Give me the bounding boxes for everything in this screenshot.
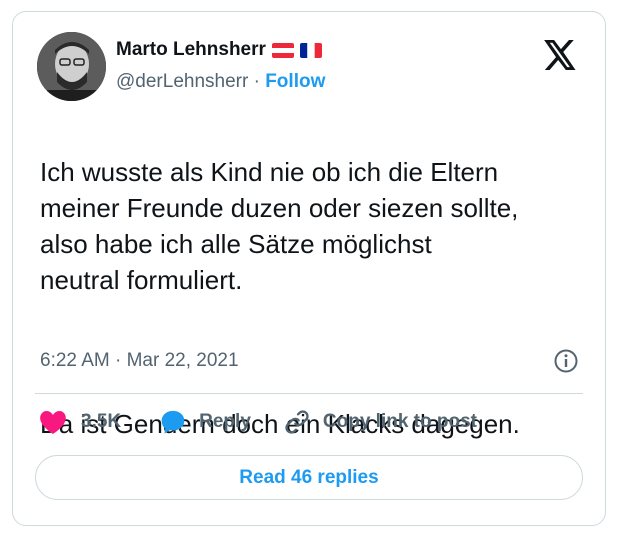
handle-row: @derLehnsherr · Follow [116, 71, 325, 93]
author-name-row: Marto Lehnsherr [116, 39, 322, 61]
reply-label: Reply [199, 411, 251, 432]
copy-link-button[interactable]: Copy link to post [283, 408, 477, 436]
action-bar: 3.5K Reply Copy link to post [39, 408, 477, 436]
reply-bubble-icon [159, 408, 187, 436]
austria-flag-icon [271, 42, 294, 58]
info-icon[interactable] [553, 348, 579, 374]
divider [35, 393, 583, 394]
x-logo-icon[interactable] [544, 40, 577, 70]
author-handle[interactable]: @derLehnsherr [116, 71, 248, 92]
author-name[interactable]: Marto Lehnsherr [116, 39, 266, 61]
separator: · [253, 71, 260, 92]
france-flag-icon [299, 42, 322, 58]
like-count: 3.5K [81, 411, 122, 432]
like-button[interactable]: 3.5K [39, 409, 159, 435]
avatar[interactable] [37, 32, 106, 101]
follow-button[interactable]: Follow [265, 71, 325, 92]
heart-icon [39, 409, 67, 435]
read-replies-button[interactable]: Read 46 replies [35, 455, 583, 500]
tweet-timestamp[interactable]: 6:22 AM · Mar 22, 2021 [40, 350, 239, 372]
copy-link-label: Copy link to post [322, 411, 477, 432]
reply-button[interactable]: Reply [159, 408, 283, 436]
tweet-card: Marto Lehnsherr @derLehnsherr · Follow I… [12, 11, 606, 526]
tweet-paragraph-1: Ich wusste als Kind nie ob ich die Elter… [40, 157, 519, 295]
link-icon [283, 408, 311, 436]
